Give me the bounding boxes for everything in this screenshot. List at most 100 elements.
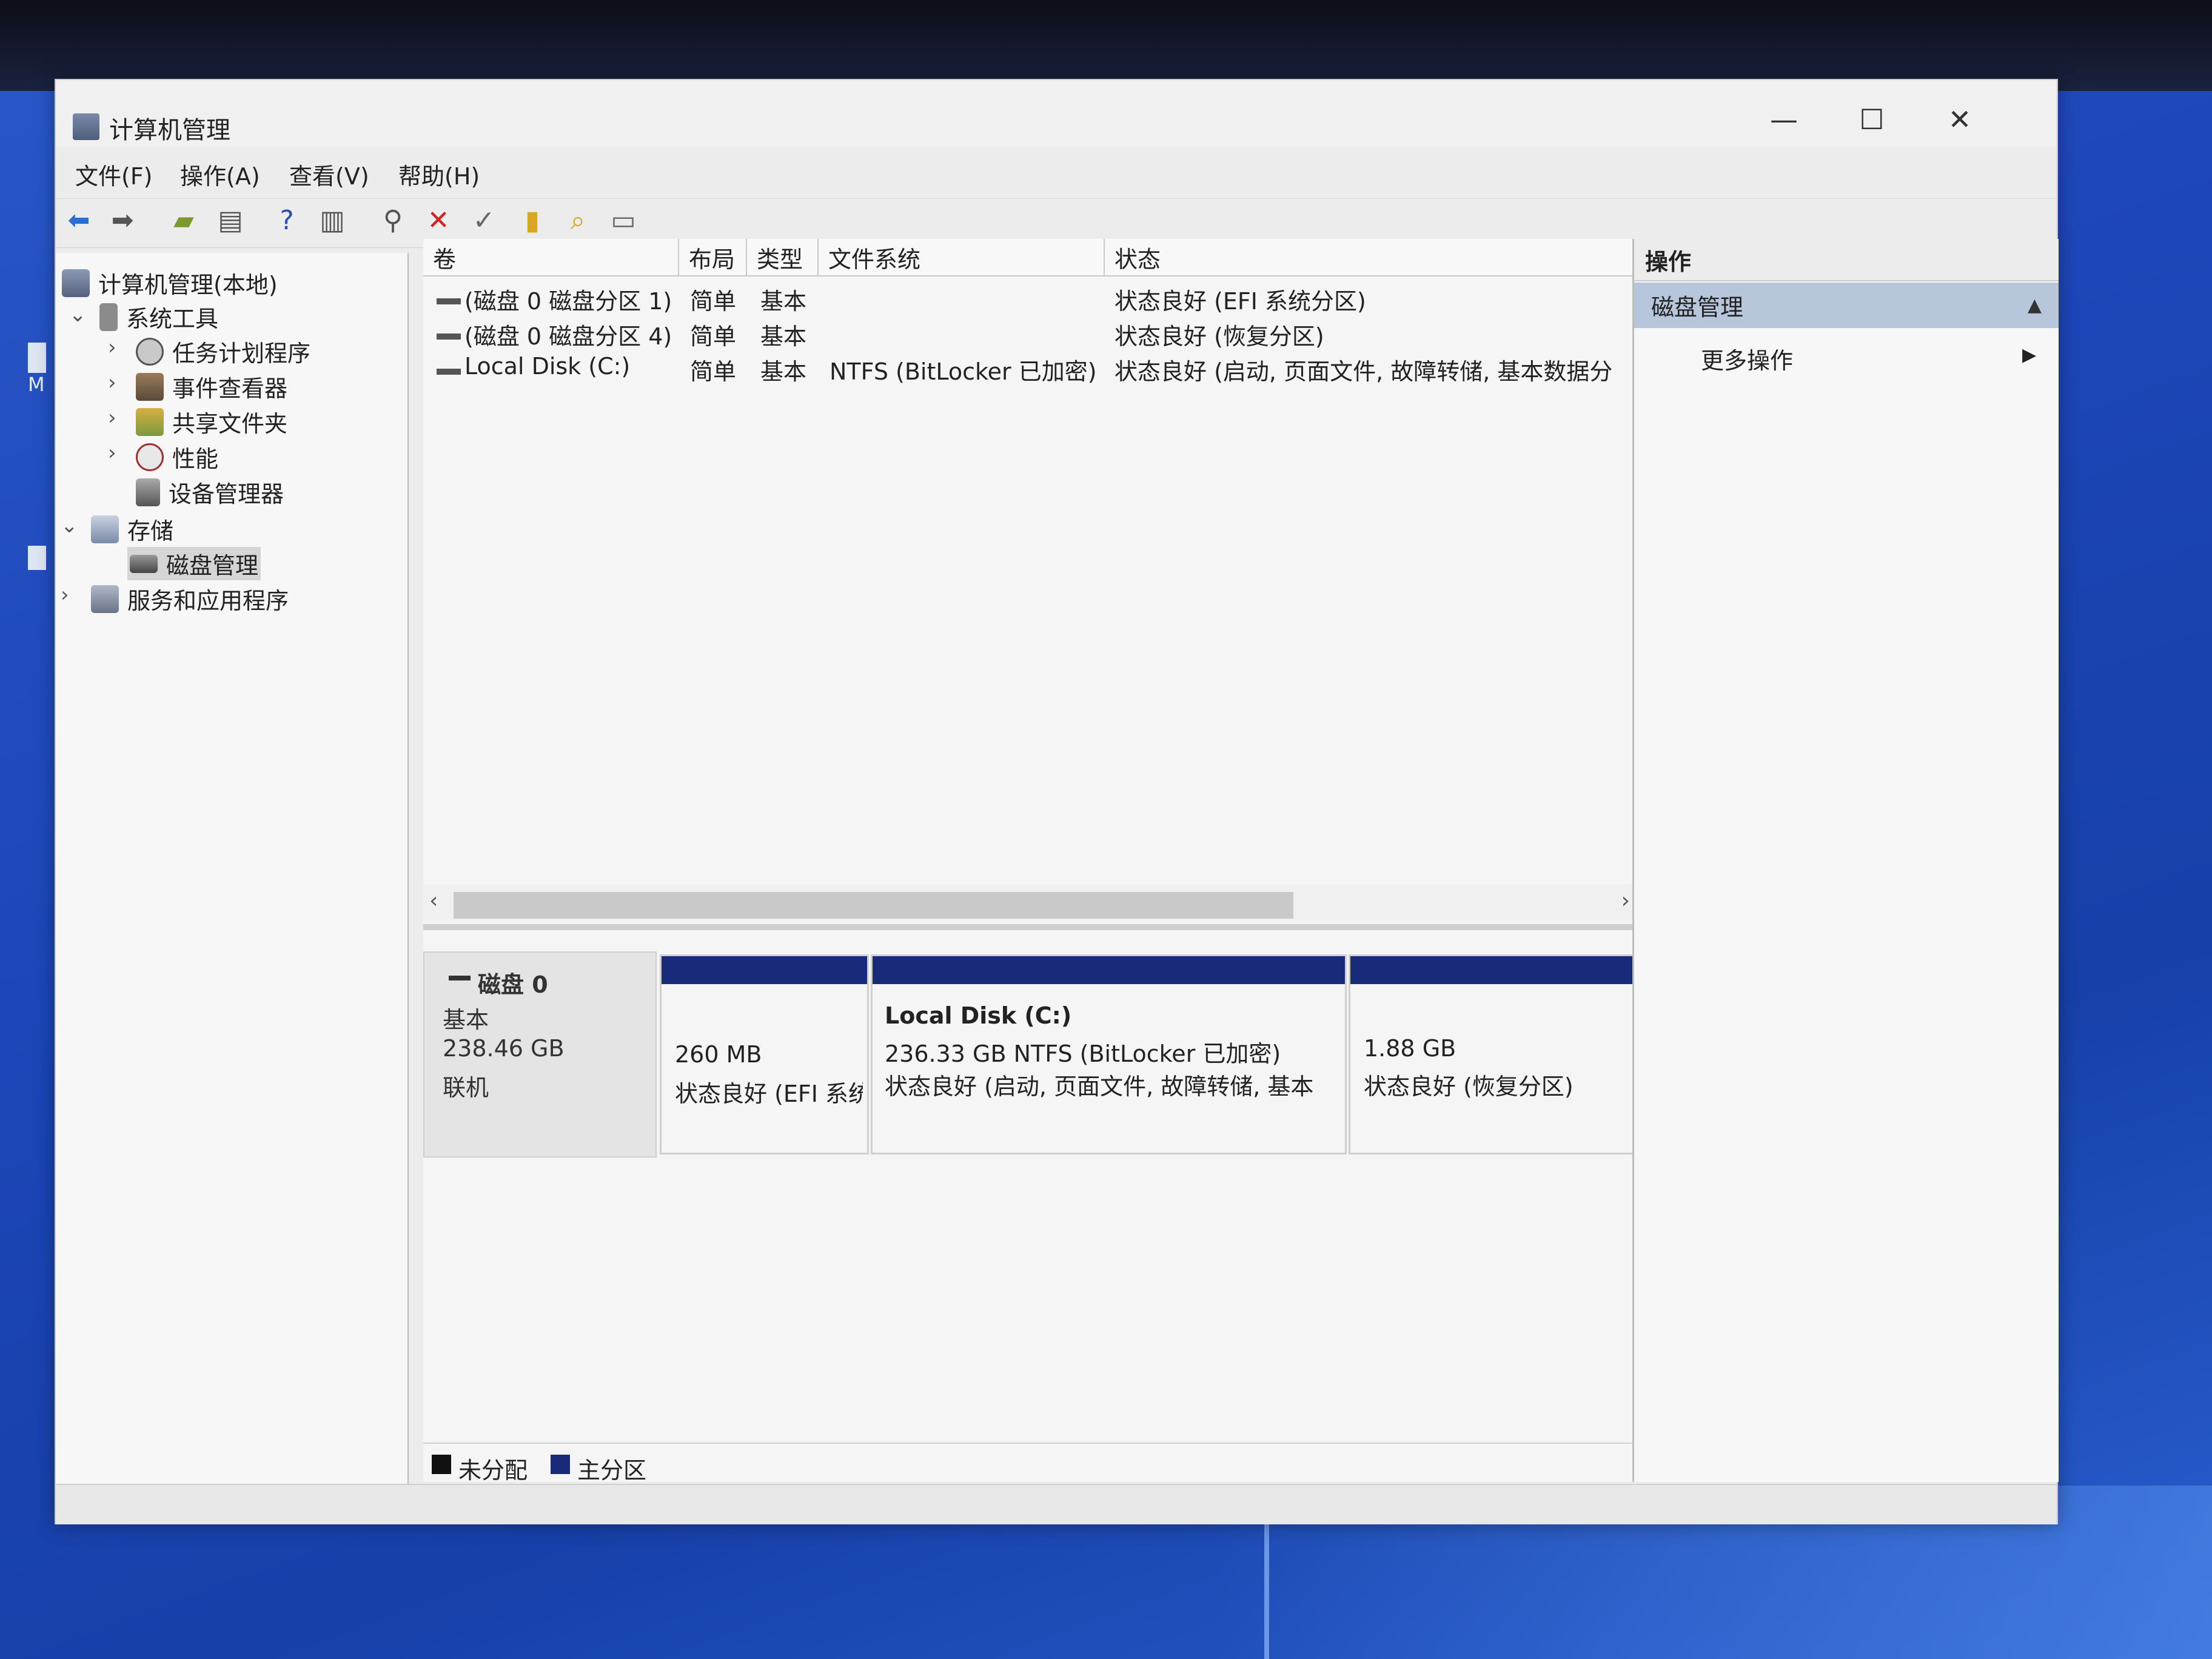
pane-splitter[interactable] bbox=[423, 924, 1642, 930]
tree-item-services-apps[interactable]: 服务和应用程序 bbox=[91, 582, 289, 615]
menu-help[interactable]: 帮助(H) bbox=[398, 158, 480, 191]
services-icon bbox=[91, 585, 119, 613]
volume-type: 基本 bbox=[760, 323, 807, 350]
submenu-arrow-icon[interactable]: ▶ bbox=[2022, 344, 2036, 366]
desktop-shortcut-icon[interactable] bbox=[28, 546, 46, 570]
collapse-up-icon[interactable]: ▲ bbox=[2028, 295, 2042, 316]
chevron-down-icon[interactable]: ⌄ bbox=[69, 303, 87, 327]
volume-type: 基本 bbox=[760, 288, 807, 315]
volume-name: (磁盘 0 磁盘分区 1) bbox=[464, 288, 672, 315]
chevron-right-icon[interactable]: › bbox=[108, 441, 116, 465]
desktop-shortcut-icon[interactable] bbox=[28, 343, 46, 373]
tree-item-system-tools[interactable]: 系统工具 bbox=[99, 300, 218, 333]
help-icon[interactable]: ? bbox=[271, 204, 303, 236]
disk-management-pane: 卷 布局 类型 文件系统 状态 (磁盘 0 磁盘分区 1) 简单 基本 状态良好… bbox=[423, 239, 1642, 1484]
tree-item-shared-folders[interactable]: 共享文件夹 bbox=[136, 405, 287, 438]
actions-section-disk-management[interactable]: 磁盘管理 ▲ bbox=[1634, 283, 2059, 328]
connect-icon[interactable]: ⚲ bbox=[377, 204, 409, 236]
navigation-tree: 计算机管理(本地) ⌄ 系统工具 › 任务计划程序 › 事件查看器 › 共享文件… bbox=[56, 253, 409, 1484]
minimize-button[interactable]: — bbox=[1741, 92, 1826, 147]
volume-row[interactable]: (磁盘 0 磁盘分区 1) 简单 基本 状态良好 (EFI 系统分区) bbox=[423, 283, 1642, 318]
desktop-light-line bbox=[1264, 1516, 1269, 1659]
chevron-right-icon[interactable]: › bbox=[108, 406, 116, 430]
column-header-layout[interactable]: 布局 bbox=[679, 239, 747, 276]
unallocated-swatch bbox=[432, 1455, 451, 1474]
tree-item-storage[interactable]: 存储 bbox=[91, 512, 173, 546]
volume-layout: 简单 bbox=[690, 358, 737, 385]
chevron-right-icon[interactable]: › bbox=[108, 370, 116, 395]
scrollbar-thumb[interactable] bbox=[454, 892, 1293, 919]
volume-type: 基本 bbox=[760, 358, 807, 385]
partition-title: Local Disk (C:) bbox=[885, 1002, 1072, 1029]
horizontal-scrollbar[interactable]: ‹ › bbox=[423, 885, 1642, 921]
column-header-type[interactable]: 类型 bbox=[747, 239, 819, 276]
up-folder-icon[interactable]: ▰ bbox=[168, 204, 199, 236]
chevron-right-icon[interactable]: › bbox=[61, 583, 69, 607]
search-folder-icon[interactable]: ⌕ bbox=[562, 204, 594, 236]
performance-gauge-icon bbox=[136, 443, 164, 471]
volume-icon bbox=[437, 369, 461, 375]
column-header-status[interactable]: 状态 bbox=[1105, 239, 1642, 276]
properties-view-icon[interactable]: ▥ bbox=[317, 204, 348, 236]
disk-size: 238.46 GB bbox=[443, 1035, 565, 1062]
show-hide-tree-icon[interactable]: ▤ bbox=[215, 204, 246, 236]
tree-root-computer-management[interactable]: 计算机管理(本地) bbox=[62, 266, 278, 300]
shared-folder-icon bbox=[136, 407, 164, 436]
tree-item-disk-management[interactable]: 磁盘管理 bbox=[127, 547, 261, 580]
partition-status: 状态良好 (恢复分区) bbox=[1364, 1073, 1574, 1100]
volume-filesystem: NTFS (BitLocker 已加密) bbox=[830, 358, 1097, 385]
partition-size: 236.33 GB NTFS (BitLocker 已加密) bbox=[885, 1041, 1281, 1067]
tree-item-label: 系统工具 bbox=[126, 306, 219, 332]
tree-item-device-manager[interactable]: 设备管理器 bbox=[136, 475, 284, 509]
tree-item-label: 共享文件夹 bbox=[172, 411, 288, 437]
partition-local-disk-c[interactable]: Local Disk (C:) 236.33 GB NTFS (BitLocke… bbox=[871, 954, 1347, 1155]
partition-efi[interactable]: 260 MB 状态良好 (EFI 系统 bbox=[660, 954, 869, 1155]
tree-item-label: 磁盘管理 bbox=[166, 552, 259, 579]
volume-layout: 简单 bbox=[690, 288, 737, 315]
column-header-volume[interactable]: 卷 bbox=[423, 239, 679, 276]
primary-partition-bar bbox=[873, 956, 1345, 984]
volume-row[interactable]: (磁盘 0 磁盘分区 4) 简单 基本 状态良好 (恢复分区) bbox=[423, 318, 1642, 353]
disk-name: 磁盘 0 bbox=[478, 971, 548, 998]
partition-recovery[interactable]: 1.88 GB 状态良好 (恢复分区) bbox=[1349, 954, 1642, 1155]
title-bar[interactable]: 计算机管理 — ☐ ✕ bbox=[56, 80, 2057, 147]
menu-action[interactable]: 操作(A) bbox=[180, 158, 260, 191]
computer-management-window: 计算机管理 — ☐ ✕ 文件(F) 操作(A) 查看(V) 帮助(H) ⬅ ➡ … bbox=[55, 79, 2059, 1524]
tree-item-task-scheduler[interactable]: 任务计划程序 bbox=[136, 335, 310, 368]
scroll-right-arrow-icon[interactable]: › bbox=[1621, 888, 1630, 913]
disk-0-label[interactable]: 磁盘 0 基本 238.46 GB 联机 bbox=[423, 951, 657, 1158]
chevron-right-icon[interactable]: › bbox=[108, 335, 116, 360]
partition-status: 状态良好 (启动, 页面文件, 故障转储, 基本 bbox=[885, 1073, 1314, 1100]
legend-primary-partition: 主分区 bbox=[577, 1457, 647, 1484]
details-icon[interactable]: ▭ bbox=[608, 204, 639, 236]
delete-icon[interactable]: ✕ bbox=[423, 204, 454, 236]
tree-item-event-viewer[interactable]: 事件查看器 bbox=[136, 370, 287, 403]
window-title: 计算机管理 bbox=[109, 116, 230, 144]
more-actions-label: 更多操作 bbox=[1701, 347, 1794, 374]
clock-icon bbox=[136, 337, 164, 366]
scroll-left-arrow-icon[interactable]: ‹ bbox=[429, 888, 438, 913]
more-actions-item[interactable]: 更多操作 bbox=[1701, 342, 1793, 375]
folder-up-icon[interactable]: ▮ bbox=[517, 204, 548, 236]
maximize-button[interactable]: ☐ bbox=[1829, 92, 1914, 147]
computer-management-icon bbox=[73, 113, 99, 140]
volume-layout: 简单 bbox=[690, 323, 737, 350]
desktop-shortcut-label: M bbox=[28, 373, 45, 396]
tree-item-performance[interactable]: 性能 bbox=[136, 440, 218, 474]
check-icon[interactable]: ✓ bbox=[468, 204, 500, 236]
chevron-down-icon[interactable]: ⌄ bbox=[61, 514, 78, 538]
tree-item-label: 存储 bbox=[127, 518, 174, 545]
event-viewer-icon bbox=[136, 372, 164, 401]
forward-arrow-icon[interactable]: ➡ bbox=[107, 204, 138, 236]
close-button[interactable]: ✕ bbox=[1917, 92, 2002, 147]
menu-file[interactable]: 文件(F) bbox=[75, 158, 153, 191]
volume-name: (磁盘 0 磁盘分区 4) bbox=[464, 323, 672, 350]
primary-partition-swatch bbox=[551, 1455, 570, 1474]
volume-row[interactable]: Local Disk (C:) 简单 基本 NTFS (BitLocker 已加… bbox=[423, 353, 1642, 388]
menu-view[interactable]: 查看(V) bbox=[289, 158, 369, 191]
volume-name: Local Disk (C:) bbox=[464, 353, 631, 380]
back-arrow-icon[interactable]: ⬅ bbox=[63, 204, 95, 236]
volume-icon bbox=[437, 298, 461, 304]
partition-size: 1.88 GB bbox=[1364, 1035, 1456, 1062]
column-header-filesystem[interactable]: 文件系统 bbox=[819, 239, 1105, 276]
